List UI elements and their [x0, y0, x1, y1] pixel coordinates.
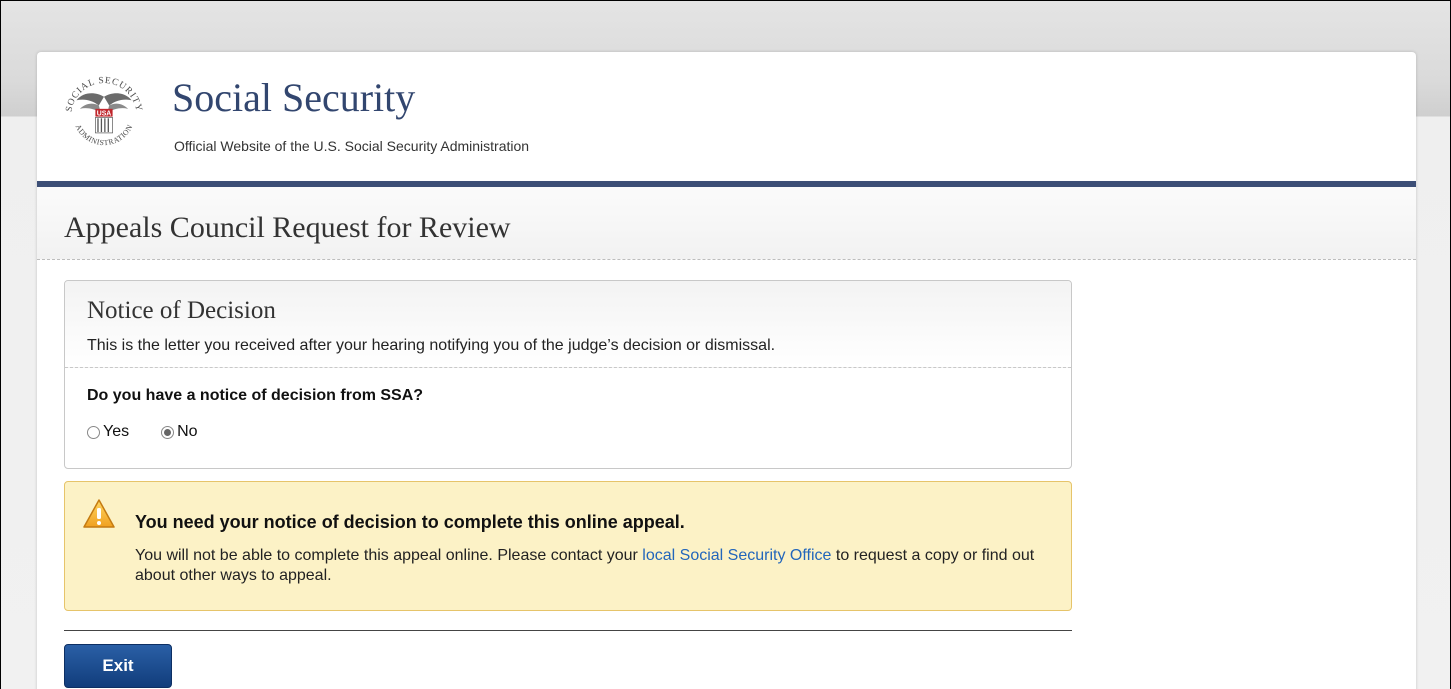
- panel-header: Notice of Decision This is the letter yo…: [65, 281, 1071, 368]
- page-card: SOCIAL SECURITY ADMINISTRATION USA Socia…: [37, 52, 1416, 689]
- warning-alert: You need your notice of decision to comp…: [64, 481, 1072, 611]
- exit-button[interactable]: Exit: [64, 644, 172, 688]
- radio-yes[interactable]: Yes: [87, 423, 129, 441]
- page-title: Appeals Council Request for Review: [64, 211, 511, 244]
- alert-body: You will not be able to complete this ap…: [135, 546, 1055, 586]
- notice-question: Do you have a notice of decision from SS…: [87, 387, 424, 404]
- notice-of-decision-panel: Notice of Decision This is the letter yo…: [64, 280, 1072, 469]
- site-title[interactable]: Social Security: [172, 78, 415, 118]
- ssa-seal-icon[interactable]: SOCIAL SECURITY ADMINISTRATION USA: [61, 71, 147, 157]
- panel-description: This is the letter you received after yo…: [87, 337, 776, 354]
- panel-title: Notice of Decision: [87, 297, 276, 324]
- browser-viewport: SOCIAL SECURITY ADMINISTRATION USA Socia…: [0, 0, 1451, 689]
- alert-title: You need your notice of decision to comp…: [135, 512, 685, 532]
- radio-no-circle[interactable]: [161, 425, 175, 439]
- radio-yes-circle[interactable]: [87, 425, 100, 439]
- site-subtitle: Official Website of the U.S. Social Secu…: [174, 138, 530, 154]
- radio-no-label[interactable]: No: [177, 423, 197, 441]
- notice-radio-group: Yes No: [87, 423, 230, 441]
- actions-divider: [64, 630, 1072, 631]
- site-header: SOCIAL SECURITY ADMINISTRATION USA Socia…: [37, 52, 1416, 182]
- seal-center-text: USA: [97, 111, 112, 118]
- warning-icon: [83, 499, 115, 528]
- radio-no[interactable]: No: [161, 423, 198, 441]
- alert-body-text-1: You will not be able to complete this ap…: [135, 547, 643, 564]
- radio-yes-label[interactable]: Yes: [103, 423, 129, 441]
- local-office-link[interactable]: local Social Security Office: [642, 547, 831, 564]
